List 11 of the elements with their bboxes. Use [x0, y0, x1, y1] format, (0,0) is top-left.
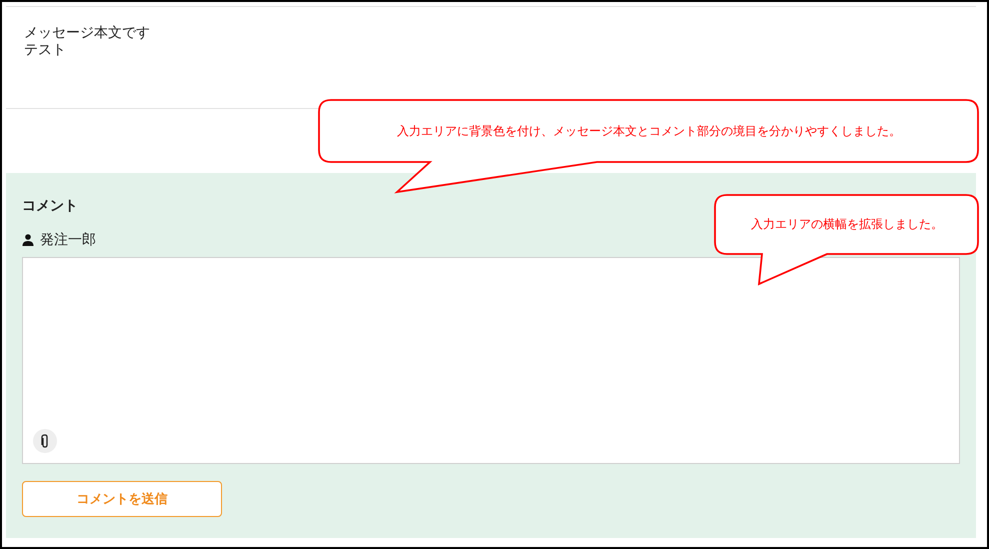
- submit-button[interactable]: コメントを送信: [22, 481, 222, 517]
- user-name: 発注一郎: [40, 231, 96, 249]
- attach-button[interactable]: [33, 429, 57, 453]
- message-text: テスト: [24, 42, 67, 59]
- section-title: コメント: [22, 197, 79, 215]
- callout-text: 入力エリアに背景色を付け、メッセージ本文とコメント部分の境目を分かりやすくしました。: [396, 122, 902, 140]
- comment-field[interactable]: [22, 257, 960, 464]
- message-text: メッセージ本文です: [24, 25, 151, 42]
- person-icon: [22, 234, 34, 246]
- paperclip-icon: [40, 434, 50, 448]
- callout-text: 入力エリアの横幅を拡張しました。: [750, 216, 944, 233]
